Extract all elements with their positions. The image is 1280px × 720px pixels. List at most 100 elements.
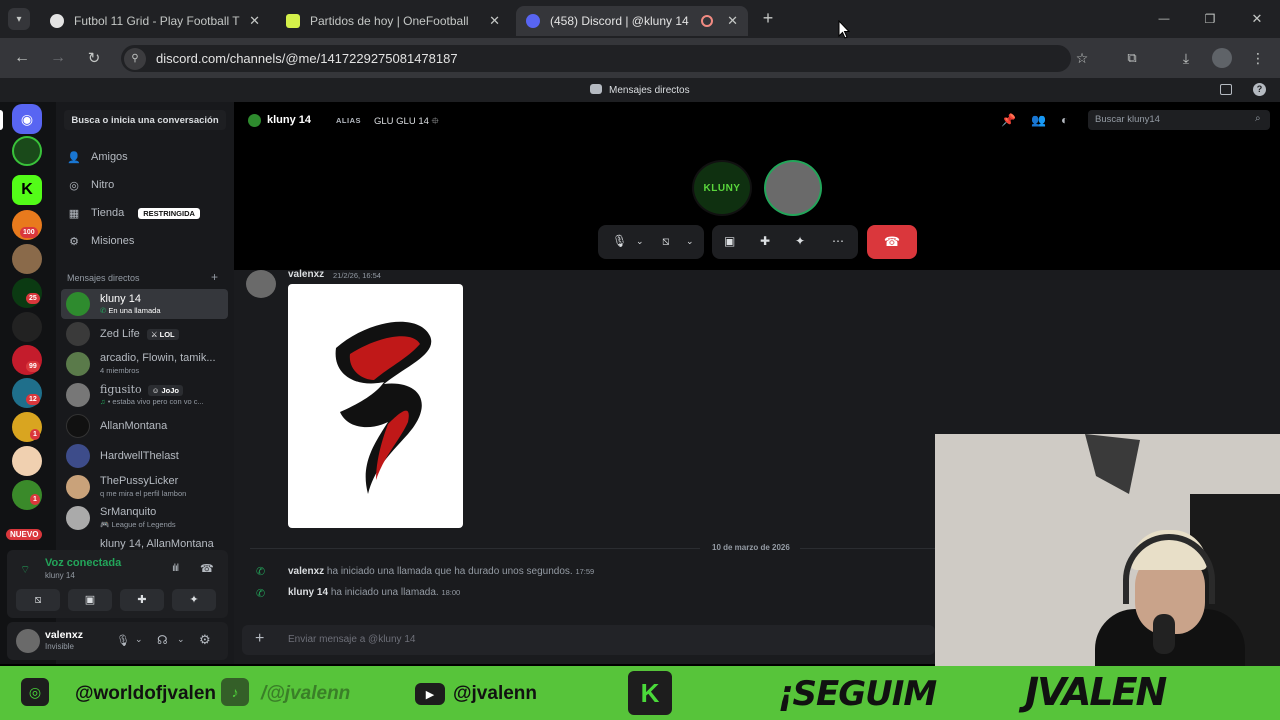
call-participant-valenxz[interactable] — [764, 160, 822, 216]
hangup-icon[interactable]: ☎ — [200, 562, 214, 575]
tab-close-icon[interactable]: ✕ — [249, 13, 260, 29]
dm-item[interactable]: AllanMontana — [61, 411, 228, 441]
restore-button[interactable]: ❐ — [1196, 10, 1224, 28]
window-close-button[interactable]: ✕ — [1243, 10, 1271, 28]
address-input[interactable]: ⚲ discord.com/channels/@me/1417229275081… — [121, 45, 1071, 72]
message-image-attachment[interactable] — [288, 284, 463, 528]
call-screenshare-icon[interactable]: ▣ — [724, 234, 735, 248]
home-indicator — [0, 110, 3, 130]
pin-icon[interactable]: 📌 — [1001, 113, 1016, 127]
minimize-button[interactable]: — — [1150, 10, 1178, 28]
create-dm-button[interactable]: + — [211, 270, 218, 284]
inbox-icon[interactable] — [1220, 84, 1232, 95]
call-camera-off-icon[interactable]: ⧅ — [662, 234, 670, 249]
nav-friends[interactable]: 👤 Amigos — [67, 151, 128, 164]
call-mic-options-icon[interactable]: ⌄ — [636, 236, 644, 247]
system-author[interactable]: valenxz — [288, 566, 324, 577]
composer-placeholder: Enviar mensaje a @kluny 14 — [288, 634, 416, 645]
dm-item[interactable]: HardwellThelast — [61, 441, 228, 471]
mic-options-icon[interactable]: ⌄ — [135, 634, 143, 645]
dm-item[interactable]: ThePussyLicker q me mira el perfil lambo… — [61, 472, 228, 502]
bookmark-star-icon[interactable]: ☆ — [1072, 48, 1092, 68]
nav-nitro[interactable]: ◎ Nitro — [68, 179, 114, 192]
dm-item[interactable]: SrManquito 🎮 League of Legends — [61, 503, 228, 533]
discord-home-icon[interactable]: ◉ — [12, 104, 42, 134]
settings-gear-icon[interactable]: ⚙ — [199, 632, 211, 648]
microphone-icon[interactable]: 🎙 — [116, 634, 130, 647]
nav-quests[interactable]: ⚙ Misiones — [68, 235, 134, 248]
message-author[interactable]: valenxz — [288, 269, 324, 280]
attach-plus-icon[interactable]: + — [255, 630, 264, 648]
dm-item[interactable]: Zed Life ⚔ LOL — [61, 319, 228, 349]
date-divider: 10 de marzo de 2026 — [712, 543, 790, 552]
call-activities-icon[interactable]: ✚ — [760, 234, 770, 248]
call-more-icon[interactable]: ⋯ — [832, 234, 844, 248]
extensions-icon[interactable]: ⧉ — [1122, 48, 1142, 68]
dm-name: AllanMontana — [100, 420, 168, 432]
dm-status: 🎮 League of Legends — [100, 520, 176, 529]
dm-name: kluny 14, AllanMontana — [100, 538, 214, 550]
shop-icon: ▦ — [68, 207, 80, 220]
add-friends-icon[interactable]: 👥 — [1031, 113, 1046, 127]
call-mic-icon[interactable]: 🎙 — [612, 234, 627, 248]
server-dark[interactable] — [12, 312, 42, 342]
server-portrait[interactable] — [12, 244, 42, 274]
soundboard-button[interactable]: ✦ — [172, 589, 216, 611]
activities-button[interactable]: ✚ — [120, 589, 164, 611]
call-participant-kluny[interactable]: KLUNY — [692, 160, 752, 216]
tab-close-icon[interactable]: ✕ — [489, 13, 500, 29]
system-author[interactable]: kluny 14 — [288, 587, 328, 598]
dm-item[interactable]: kluny 14 ✆ En una llamada — [61, 289, 228, 319]
call-soundboard-icon[interactable]: ✦ — [795, 234, 805, 248]
new-label[interactable]: NUEVO — [6, 529, 43, 540]
wifi-signal-icon: ⌔ — [20, 564, 31, 576]
conversation-search-button[interactable]: Busca o inicia una conversación — [64, 110, 226, 130]
headset-icon[interactable]: ☊ — [157, 633, 168, 647]
dm-item[interactable]: arcadio, Flowin, tamik... 4 miembros — [61, 349, 228, 379]
forward-icon[interactable]: → — [48, 48, 68, 68]
channel-name[interactable]: kluny 14 — [267, 114, 311, 126]
call-camera-options-icon[interactable]: ⌄ — [686, 236, 694, 247]
channel-search-input[interactable]: Buscar kluny14 — [1088, 110, 1270, 130]
voice-status-text[interactable]: Voz conectada — [45, 557, 121, 569]
camera-off-button[interactable]: ⧅ — [16, 589, 60, 611]
follow-text: ¡SEGUIM — [778, 674, 937, 714]
server-cartoon[interactable] — [12, 446, 42, 476]
nav-shop[interactable]: ▦ Tienda RESTRINGIDA — [68, 207, 200, 220]
end-call-button[interactable]: ☎ — [867, 225, 917, 259]
message-author-avatar[interactable] — [246, 270, 276, 298]
dm-item[interactable]: kluny 14, AllanMontana — [61, 534, 228, 550]
voice-channel-text[interactable]: kluny 14 — [45, 571, 75, 580]
nav-label: Amigos — [91, 151, 128, 163]
browser-tab-bar: ▾ Futbol 11 Grid - Play Football T ✕ Par… — [0, 0, 1280, 38]
reload-icon[interactable]: ↻ — [84, 48, 104, 68]
server-kick[interactable]: K — [12, 175, 42, 205]
tab-discord[interactable]: (458) Discord | @kluny 14 ✕ — [516, 6, 748, 36]
profile-icon[interactable]: ◐ — [1061, 113, 1068, 127]
system-message: valenxz ha iniciado una llamada que ha d… — [288, 566, 594, 577]
server-avatar-kluny[interactable] — [12, 136, 42, 166]
download-icon[interactable]: ⤓ — [1176, 48, 1196, 68]
tab-close-icon[interactable]: ✕ — [727, 13, 738, 29]
tab-search-button[interactable]: ▾ — [8, 8, 30, 30]
profile-avatar[interactable] — [1212, 48, 1232, 68]
back-icon[interactable]: ← — [12, 48, 32, 68]
group-avatar — [66, 352, 90, 376]
dm-status: ✆ En una llamada — [100, 306, 161, 315]
help-icon[interactable]: ? — [1253, 83, 1266, 96]
unread-badge: 1 — [30, 429, 40, 440]
tab-onefootball[interactable]: Partidos de hoy | OneFootball ✕ — [276, 6, 510, 36]
user-avatar[interactable] — [16, 629, 40, 653]
krisp-waveform-icon[interactable]: ılıl — [172, 563, 179, 574]
tab-futbol11[interactable]: Futbol 11 Grid - Play Football T ✕ — [40, 6, 270, 36]
mic-control-group[interactable]: 🎙 ⌄ ⧅ ⌄ — [598, 225, 704, 259]
new-tab-button[interactable]: + — [758, 8, 778, 28]
browser-menu-icon[interactable]: ⋮ — [1248, 48, 1268, 68]
unread-badge: 1 — [30, 494, 40, 505]
screen-share-button[interactable]: ▣ — [68, 589, 112, 611]
headset-options-icon[interactable]: ⌄ — [177, 634, 185, 645]
user-name[interactable]: valenxz — [45, 629, 83, 641]
site-info-icon[interactable]: ⚲ — [124, 47, 146, 70]
dm-item[interactable]: figusito ☺ JoJo ♫ • estaba vivo pero con… — [61, 380, 228, 410]
call-actions-group[interactable]: ▣ ✚ ✦ ⋯ — [712, 225, 858, 259]
